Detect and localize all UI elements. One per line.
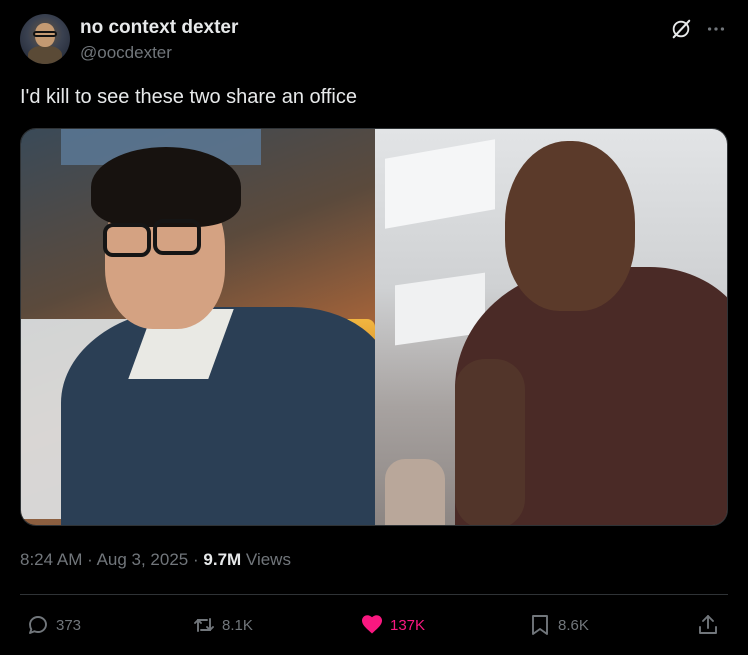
like-icon [362,615,382,634]
avatar-figure [28,46,62,64]
bookmark-button[interactable]: 8.6K [528,608,589,642]
meta-separator: · [193,550,204,569]
media-image-right[interactable] [375,129,727,525]
grok-icon[interactable] [670,18,692,40]
reply-icon [29,616,47,634]
like-button[interactable]: 137K [360,608,425,642]
share-icon [699,615,717,634]
repost-button[interactable]: 8.1K [192,608,253,642]
author-name[interactable]: no context dexter [80,17,238,39]
tweet-meta: 8:24 AM · Aug 3, 2025 · 9.7M Views [20,550,291,570]
tweet-text: I'd kill to see these two share an offic… [20,86,357,108]
share-button[interactable] [696,608,720,642]
bookmark-icon [532,615,548,635]
author-handle[interactable]: @oocdexter [80,43,172,63]
reply-count: 373 [56,616,82,634]
views-count: 9.7M [203,550,242,569]
repost-count: 8.1K [222,616,253,634]
avatar[interactable] [20,14,70,64]
figure-glasses-left [103,223,151,257]
avatar-glasses [33,31,57,37]
background-people [385,459,445,525]
media-image-left[interactable] [21,129,375,525]
tweet-header: no context dexter @oocdexter [20,14,728,66]
tweet-date[interactable]: Aug 3, 2025 [97,550,189,569]
action-bar: 373 8.1K 137K 8.6K [20,608,728,642]
repost-icon [194,618,214,632]
more-icon[interactable] [704,18,728,40]
bookmark-count: 8.6K [558,616,589,634]
figure-head [505,141,635,311]
figure-hair [91,147,241,227]
reply-button[interactable]: 373 [26,608,81,642]
meta-separator: · [87,550,97,569]
views-label: Views [245,550,291,569]
figure-glasses-right [153,219,201,255]
divider [20,594,728,595]
tweet-time[interactable]: 8:24 AM [20,550,82,569]
ceiling-light [385,139,495,229]
media-grid[interactable] [20,128,728,526]
like-count: 137K [390,616,426,634]
figure-arm [455,359,525,525]
